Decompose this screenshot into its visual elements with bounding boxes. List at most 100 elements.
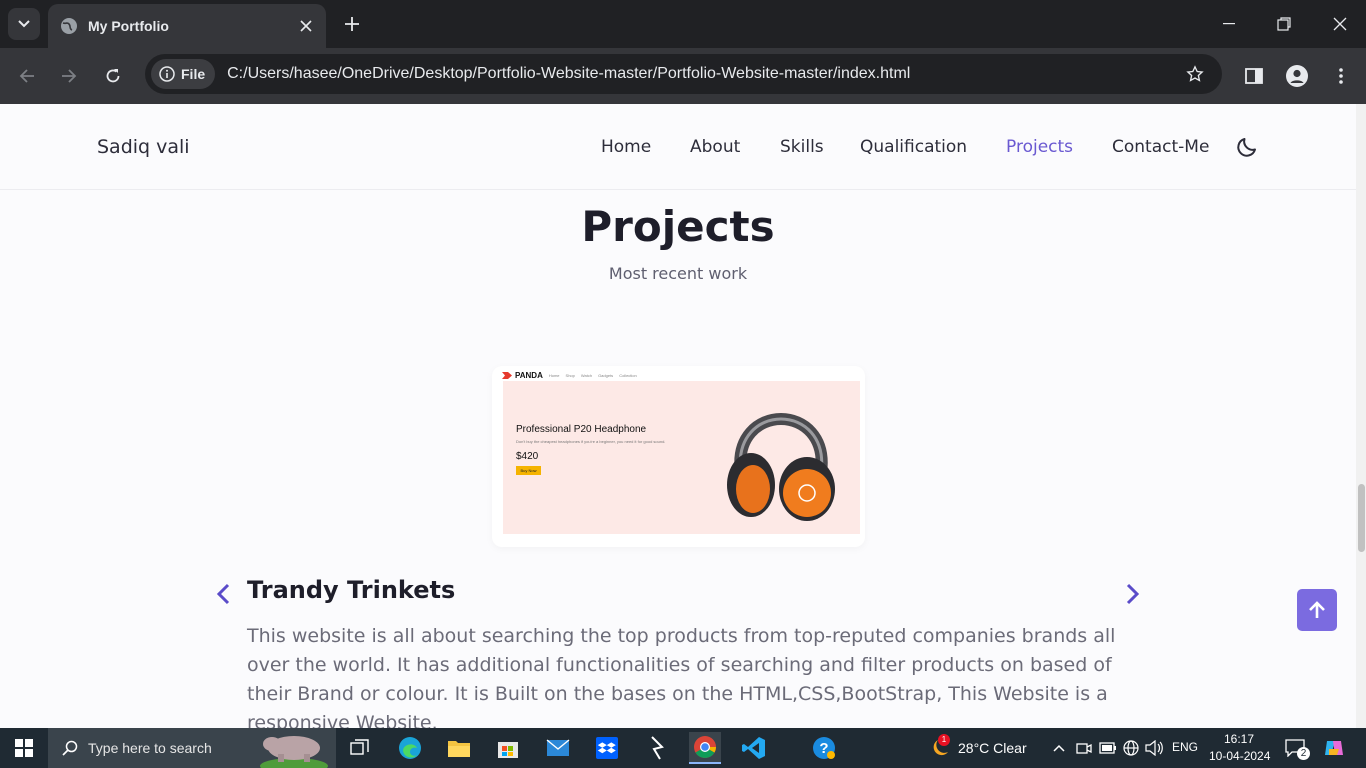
screenshot-price: $420	[516, 451, 539, 462]
windows-icon	[15, 739, 33, 757]
dropbox-icon	[596, 737, 618, 759]
lightning-icon	[651, 736, 664, 760]
tab-search-button[interactable]	[8, 8, 40, 40]
nav-about[interactable]: About	[690, 137, 740, 157]
clock-date[interactable]: 10-04-2024	[1209, 749, 1270, 763]
scroll-to-top-button[interactable]	[1297, 589, 1337, 631]
next-project-button[interactable]	[1120, 582, 1144, 606]
tray-volume[interactable]	[1138, 732, 1170, 764]
clock-time[interactable]: 16:17	[1224, 732, 1254, 746]
page-scrollbar[interactable]	[1356, 104, 1366, 728]
task-view-icon	[350, 739, 369, 755]
site-logo[interactable]: Sadiq vali	[97, 136, 190, 158]
chevron-left-icon	[216, 583, 230, 605]
speaker-icon	[1145, 740, 1163, 756]
help-icon: ?	[813, 737, 835, 759]
side-panel-button[interactable]	[1240, 62, 1268, 90]
new-tab-button[interactable]	[338, 10, 366, 38]
copilot-icon	[1325, 741, 1343, 755]
weather-text[interactable]: 28°C Clear	[958, 740, 1027, 756]
close-icon	[1333, 17, 1347, 31]
prev-project-button[interactable]	[212, 582, 236, 606]
menu-button[interactable]	[1327, 62, 1355, 90]
side-panel-icon	[1245, 68, 1263, 84]
notification-count: 2	[1297, 747, 1310, 760]
minimize-icon	[1223, 23, 1235, 25]
close-window-button[interactable]	[1322, 8, 1358, 40]
browser-toolbar: File C:/Users/hasee/OneDrive/Desktop/Por…	[0, 48, 1366, 104]
scrollbar-thumb[interactable]	[1358, 484, 1365, 552]
nav-projects[interactable]: Projects	[1006, 137, 1073, 157]
camera-icon	[1076, 743, 1092, 754]
profile-button[interactable]	[1283, 62, 1311, 90]
site-info-chip[interactable]: File	[151, 59, 216, 89]
taskbar-file-explorer[interactable]	[443, 732, 475, 764]
nav-skills[interactable]: Skills	[780, 137, 824, 157]
screenshot-link: Home	[548, 372, 560, 378]
headphone-image	[727, 413, 835, 521]
globe-icon	[61, 18, 77, 34]
copilot-button[interactable]	[1318, 732, 1350, 764]
web-page: Sadiq vali Home About Skills Qualificati…	[0, 104, 1356, 728]
bookmark-button[interactable]	[1180, 59, 1210, 89]
section-subtitle: Most recent work	[608, 264, 748, 283]
forward-button[interactable]	[53, 60, 85, 92]
project-title: Trandy Trinkets	[247, 576, 456, 604]
screenshot-link: Shop	[565, 372, 575, 378]
reload-button[interactable]	[97, 60, 129, 92]
taskbar-edge[interactable]	[394, 732, 426, 764]
nav-qualification[interactable]: Qualification	[860, 137, 967, 157]
taskbar-chrome[interactable]	[689, 732, 721, 764]
taskbar-store[interactable]	[492, 732, 524, 764]
screenshot-link: Collection	[619, 372, 637, 378]
address-bar[interactable]: File C:/Users/hasee/OneDrive/Desktop/Por…	[145, 54, 1222, 94]
screenshot-link: Watch	[580, 372, 593, 378]
screenshot-headline: Professional P20 Headphone	[516, 424, 647, 435]
star-icon	[1186, 65, 1204, 82]
task-view-button[interactable]	[344, 732, 376, 764]
taskbar-search-placeholder: Type here to search	[88, 740, 212, 756]
vscode-icon	[742, 737, 765, 759]
close-icon	[300, 20, 312, 32]
taskbar-app[interactable]	[640, 732, 672, 764]
file-chip-label: File	[181, 66, 206, 82]
screenshot-description: Don't buy the cheapest headphones if you…	[516, 439, 666, 444]
moon-icon	[1237, 138, 1256, 157]
edge-icon	[399, 737, 421, 759]
plus-icon	[345, 17, 359, 31]
taskbar-help[interactable]: ?	[808, 732, 840, 764]
back-arrow-icon	[19, 69, 34, 83]
chrome-icon	[694, 736, 716, 758]
language-indicator[interactable]: ENG	[1172, 740, 1198, 754]
screenshot-brand: PANDA	[515, 370, 543, 380]
chevron-down-icon	[18, 20, 30, 28]
browser-tab-bar: My Portfolio	[0, 0, 1366, 48]
tab-title: My Portfolio	[88, 18, 169, 34]
taskbar-vscode[interactable]	[738, 732, 770, 764]
taskbar-search-box[interactable]: Type here to search	[48, 728, 336, 768]
url-text[interactable]: C:/Users/hasee/OneDrive/Desktop/Portfoli…	[227, 65, 1180, 83]
chevron-up-icon	[1053, 744, 1065, 752]
hippo-graphic-icon	[259, 736, 328, 768]
back-button[interactable]	[11, 60, 43, 92]
info-icon	[159, 66, 175, 82]
restore-icon	[1277, 17, 1291, 31]
active-tab[interactable]: My Portfolio	[48, 4, 326, 48]
close-tab-button[interactable]	[294, 14, 318, 38]
restore-button[interactable]	[1266, 8, 1302, 40]
screenshot-link: Gadgets	[598, 372, 614, 378]
nav-contact-me[interactable]: Contact-Me	[1112, 137, 1209, 157]
arrow-up-icon	[1309, 601, 1325, 618]
taskbar-dropbox[interactable]	[591, 732, 623, 764]
globe-icon	[1123, 740, 1139, 756]
taskbar-mail[interactable]	[542, 732, 574, 764]
site-header: Sadiq vali Home About Skills Qualificati…	[0, 104, 1356, 190]
nav-home[interactable]: Home	[601, 137, 651, 157]
mail-icon	[546, 739, 570, 756]
start-button[interactable]	[8, 732, 40, 764]
theme-toggle[interactable]	[1235, 135, 1259, 159]
folder-icon	[448, 741, 470, 757]
search-icon	[62, 740, 78, 756]
minimize-button[interactable]	[1211, 8, 1247, 40]
reload-icon	[106, 69, 120, 83]
